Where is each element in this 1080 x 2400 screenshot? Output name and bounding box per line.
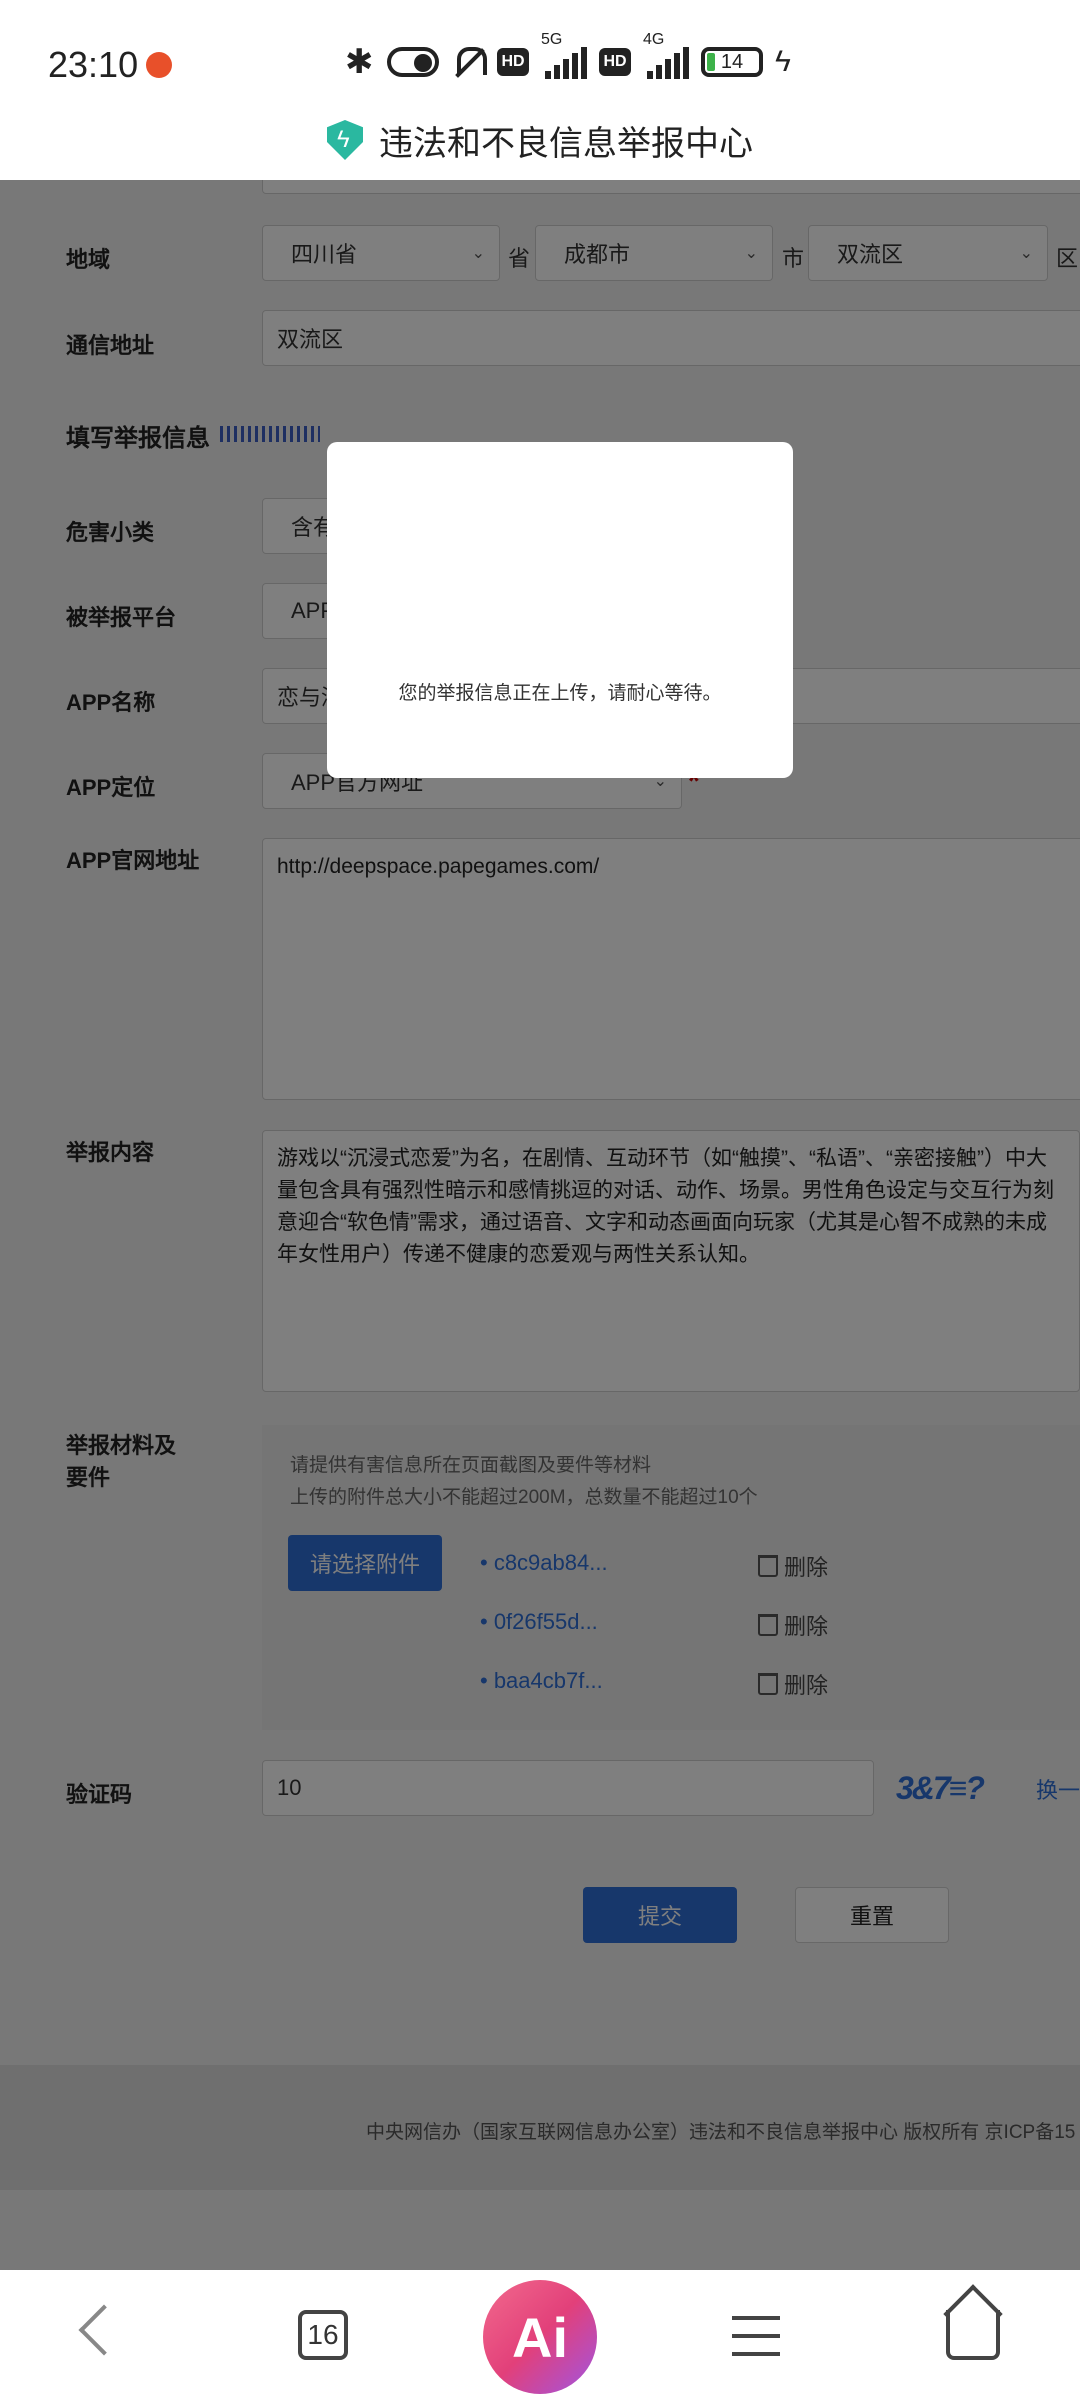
- dialog-message: 您的举报信息正在上传，请耐心等待。: [398, 683, 722, 704]
- battery-icon: 14: [701, 47, 763, 77]
- modal-overlay: 您的举报信息正在上传，请耐心等待。: [0, 180, 1080, 2270]
- status-bar: 23:10 ✱ HD 5G HD 4G 14 ϟ: [0, 0, 1080, 110]
- page-title: 违法和不良信息举报中心: [379, 124, 753, 163]
- bell-muted-icon: [451, 43, 487, 81]
- hd-icon: HD: [497, 48, 529, 76]
- net-5g-label: 5G: [541, 31, 563, 48]
- toggle-icon: [387, 47, 439, 77]
- ai-assistant-button[interactable]: Ai: [483, 2280, 597, 2394]
- tabs-count-icon[interactable]: 16: [298, 2310, 348, 2360]
- charging-bolt-icon: ϟ: [775, 45, 791, 78]
- bluetooth-icon: ✱: [345, 43, 374, 81]
- bottom-nav: 16 Ai: [0, 2270, 1080, 2400]
- menu-icon[interactable]: [732, 2316, 780, 2356]
- back-icon[interactable]: [78, 2304, 130, 2356]
- page-header: ϟ 违法和不良信息举报中心: [0, 100, 1080, 180]
- hd-icon-2: HD: [599, 48, 631, 76]
- net-4g-label: 4G: [643, 31, 665, 48]
- status-icons: ✱ HD 5G HD 4G 14 ϟ: [345, 31, 791, 82]
- home-icon[interactable]: [946, 2310, 1000, 2360]
- shield-icon: ϟ: [327, 120, 363, 160]
- signal-4g-icon: 4G: [643, 31, 689, 79]
- battery-level: 14: [720, 51, 744, 73]
- status-time: 23:10: [48, 44, 139, 85]
- upload-progress-dialog: 您的举报信息正在上传，请耐心等待。: [327, 442, 793, 778]
- signal-5g-icon: 5G: [541, 31, 587, 79]
- notification-dot-icon: [146, 52, 172, 78]
